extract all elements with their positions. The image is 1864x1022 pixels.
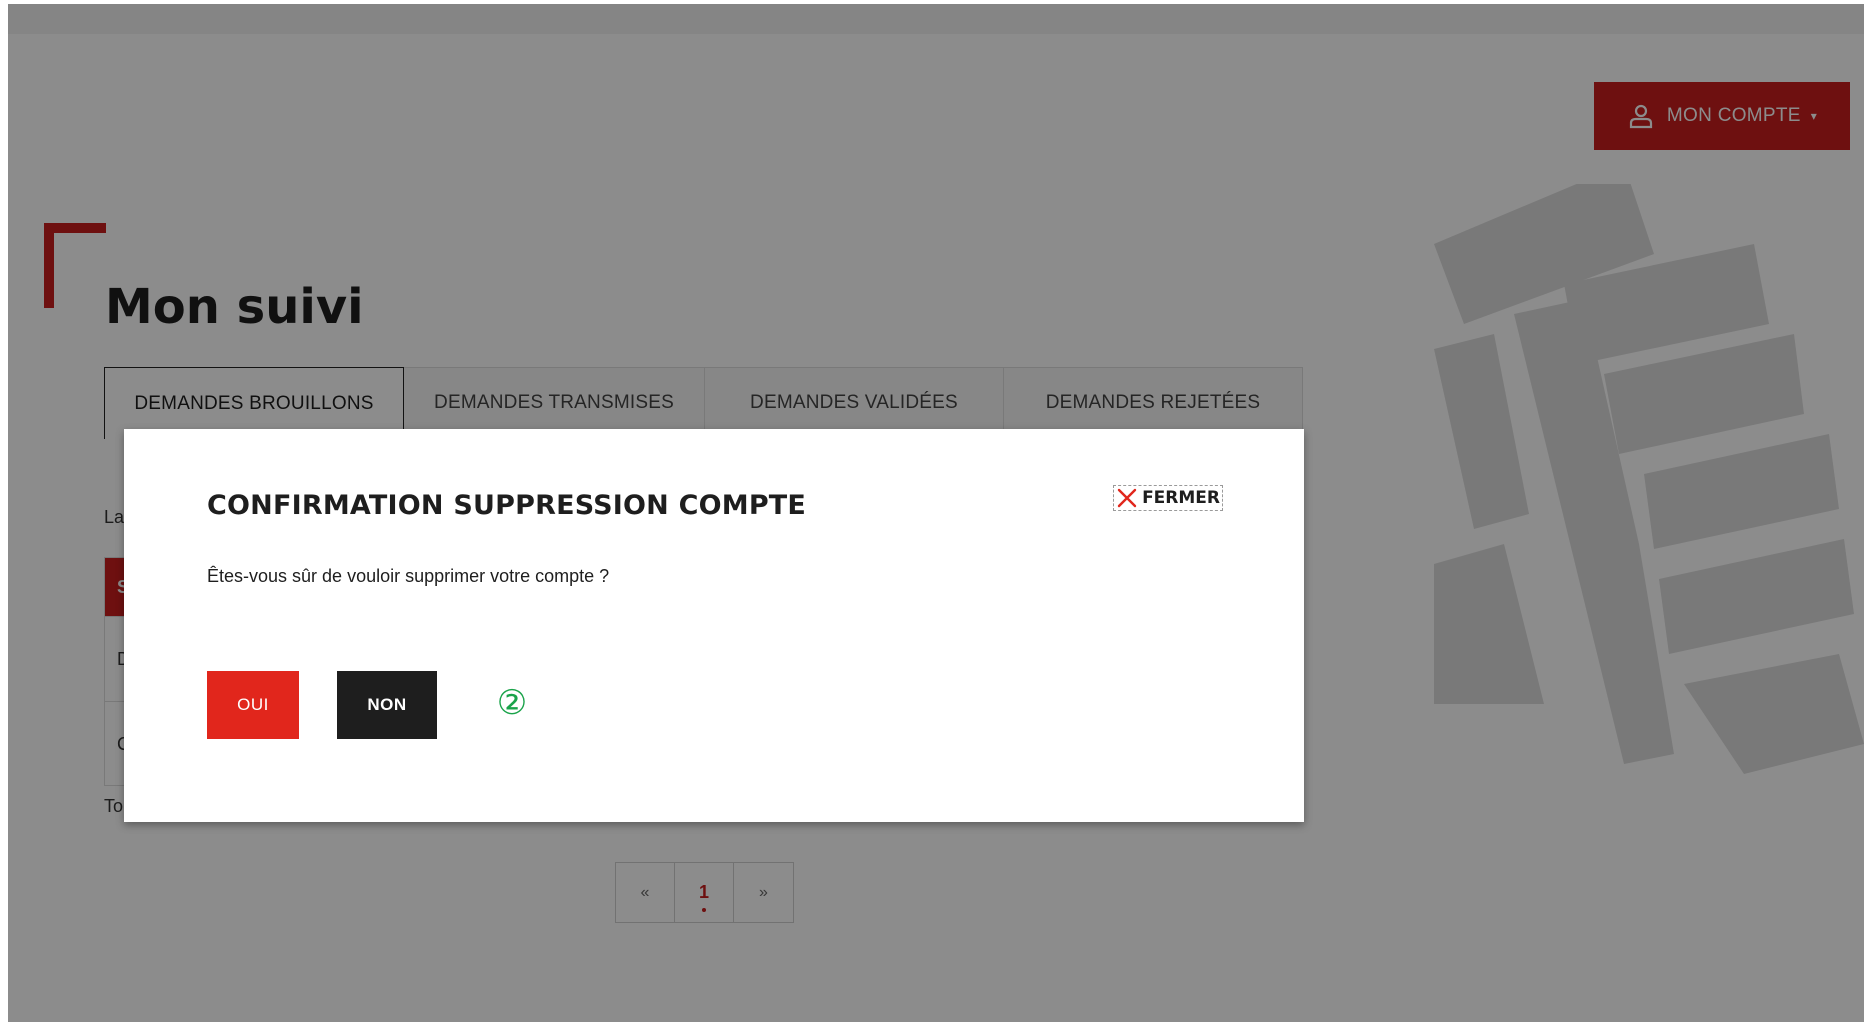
cancel-button[interactable]: NON: [337, 671, 437, 739]
confirmation-modal: CONFIRMATION SUPPRESSION COMPTE FERMER Ê…: [124, 429, 1304, 822]
close-button[interactable]: FERMER: [1113, 485, 1223, 511]
modal-title: CONFIRMATION SUPPRESSION COMPTE: [207, 490, 807, 521]
close-button-label: FERMER: [1142, 488, 1220, 508]
confirm-button[interactable]: OUI: [207, 671, 299, 739]
modal-message: Êtes-vous sûr de vouloir supprimer votre…: [207, 566, 610, 586]
step-marker-annotation: ②: [496, 684, 528, 722]
close-icon: [1116, 487, 1138, 509]
